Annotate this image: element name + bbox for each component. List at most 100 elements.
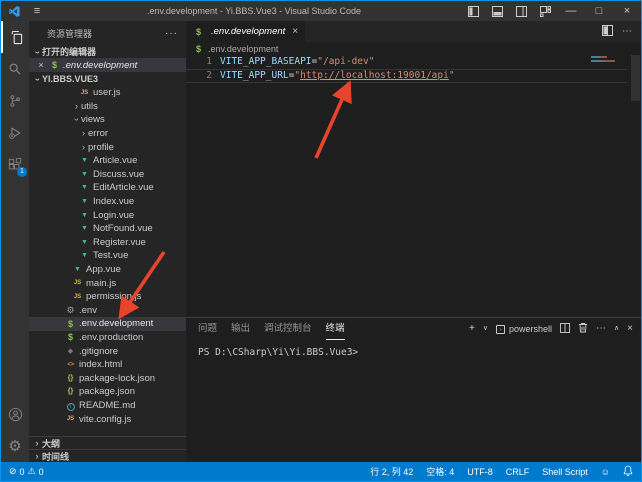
encoding[interactable]: UTF-8: [467, 467, 493, 477]
cursor-position[interactable]: 行 2, 列 42: [370, 465, 413, 478]
tree-item[interactable]: JSuser.js: [29, 86, 186, 100]
shell-label[interactable]: powershell: [509, 324, 552, 334]
tree-item[interactable]: <>index.html: [29, 358, 186, 372]
tree-item-label: NotFound.vue: [93, 223, 153, 234]
minimap-line: [591, 56, 607, 58]
split-editor-icon[interactable]: [602, 23, 613, 41]
eol-sequence[interactable]: CRLF: [506, 467, 530, 477]
source-control-icon[interactable]: [1, 85, 29, 117]
outline-section-header[interactable]: › 大纲: [29, 436, 186, 449]
tree-item-label: user.js: [93, 87, 120, 98]
explorer-icon[interactable]: [1, 21, 29, 53]
tree-item[interactable]: ▼Index.vue: [29, 195, 186, 209]
tree-item[interactable]: ▼Article.vue: [29, 154, 186, 168]
code-editor[interactable]: 1 VITE_APP_BASEAPI="/api-dev" 2 VITE_APP…: [186, 55, 641, 317]
tree-item[interactable]: ›profile: [29, 140, 186, 154]
tree-item[interactable]: JSpermission.js: [29, 290, 186, 304]
tree-item[interactable]: ▼NotFound.vue: [29, 222, 186, 236]
chevron-down-icon: ›: [33, 51, 42, 54]
toggle-secondary-sidebar-icon[interactable]: [509, 1, 533, 21]
problems-status[interactable]: ⊘ 0 ⚠ 0: [9, 466, 44, 477]
url-link[interactable]: http://localhost:19001/api: [300, 70, 449, 81]
split-terminal-icon[interactable]: [560, 320, 570, 338]
vue-file-icon: ▼: [79, 225, 90, 232]
tree-item[interactable]: ›utils: [29, 100, 186, 114]
tree-item[interactable]: ◆.gitignore: [29, 344, 186, 358]
errors-icon: ⊘: [9, 466, 17, 477]
git-file-icon: ◆: [65, 347, 76, 355]
kill-terminal-icon[interactable]: [578, 320, 588, 338]
tab-close-icon[interactable]: ×: [292, 26, 298, 37]
open-editors-section-header[interactable]: › 打开的编辑器: [29, 45, 186, 58]
tree-item[interactable]: ▼EditArticle.vue: [29, 181, 186, 195]
panel-tab-terminal[interactable]: 终端: [326, 318, 345, 340]
minimap[interactable]: [591, 56, 617, 64]
breadcrumb[interactable]: $ .env.development: [186, 42, 641, 55]
search-icon[interactable]: [1, 53, 29, 85]
account-icon[interactable]: [1, 398, 29, 430]
editor-group: $ .env.development × ⋯ $ .env.developmen…: [186, 21, 641, 462]
json-file-icon: {}: [65, 375, 76, 382]
errors-count: 0: [20, 467, 25, 477]
tree-item[interactable]: JSvite.config.js: [29, 412, 186, 426]
minimap-line: [591, 60, 615, 62]
close-button[interactable]: ×: [613, 1, 641, 21]
tree-item[interactable]: $.env.production: [29, 331, 186, 345]
run-debug-icon[interactable]: [1, 117, 29, 149]
tree-item[interactable]: iREADME.md: [29, 399, 186, 413]
new-terminal-icon[interactable]: +: [469, 324, 475, 334]
close-panel-icon[interactable]: ×: [627, 324, 633, 334]
maximize-panel-icon[interactable]: ∧: [614, 324, 619, 334]
file-tree: JSuser.js›utils›views›error›profile▼Arti…: [29, 86, 186, 426]
tree-item-label: vite.config.js: [79, 414, 131, 425]
tree-item[interactable]: ▼Login.vue: [29, 208, 186, 222]
outline-label: 大纲: [42, 437, 60, 450]
terminal-content[interactable]: PS D:\CSharp\Yi\Yi.BBS.Vue3>: [186, 340, 641, 462]
tree-item[interactable]: ›views: [29, 113, 186, 127]
notifications-bell-icon[interactable]: [623, 465, 633, 478]
tree-item[interactable]: {}package-lock.json: [29, 371, 186, 385]
tab-env-development[interactable]: $ .env.development ×: [186, 21, 305, 42]
timeline-section-header[interactable]: › 时间线: [29, 449, 186, 462]
tree-item[interactable]: $.env.development: [29, 317, 186, 331]
project-section-header[interactable]: › YI.BBS.VUE3: [29, 72, 186, 86]
tree-item[interactable]: ▼Test.vue: [29, 249, 186, 263]
tree-item-label: package.json: [79, 386, 135, 397]
editor-more-actions-icon[interactable]: ⋯: [622, 26, 632, 37]
tree-item-label: error: [88, 128, 108, 139]
indentation[interactable]: 空格: 4: [426, 465, 454, 478]
panel-tab-output[interactable]: 输出: [231, 318, 250, 340]
settings-gear-icon[interactable]: ⚙: [1, 430, 29, 462]
tab-bar: $ .env.development × ⋯: [186, 21, 641, 42]
minimize-button[interactable]: —: [557, 1, 585, 21]
tree-item-label: Index.vue: [93, 196, 134, 207]
bottom-panel: 问题 输出 调试控制台 终端 + ∨ › powershell: [186, 317, 641, 462]
tree-item[interactable]: ▼Register.vue: [29, 236, 186, 250]
customize-layout-icon[interactable]: [533, 1, 557, 21]
json-file-icon: {}: [65, 388, 76, 395]
feedback-icon[interactable]: ☺: [601, 467, 610, 477]
tree-item[interactable]: ›error: [29, 127, 186, 141]
extensions-icon[interactable]: 1: [1, 149, 29, 181]
vue-file-icon: ▼: [79, 239, 90, 246]
panel-tab-problems[interactable]: 问题: [198, 318, 217, 340]
language-mode[interactable]: Shell Script: [542, 467, 588, 477]
views-more-actions-icon[interactable]: ···: [165, 28, 178, 39]
close-editor-icon[interactable]: ×: [35, 60, 47, 70]
panel-more-actions-icon[interactable]: ⋯: [596, 324, 606, 334]
tree-item[interactable]: ⚙.env: [29, 304, 186, 318]
tree-item[interactable]: ▼App.vue: [29, 263, 186, 277]
editor-scrollbar[interactable]: [631, 55, 640, 101]
toggle-sidebar-icon[interactable]: [461, 1, 485, 21]
tree-item[interactable]: JSmain.js: [29, 276, 186, 290]
open-editor-item[interactable]: × $ .env.development: [29, 58, 186, 72]
panel-tab-debug-console[interactable]: 调试控制台: [264, 318, 312, 340]
menu-icon[interactable]: ≡: [27, 5, 47, 17]
js-file-icon: JS: [65, 416, 76, 422]
tree-item[interactable]: ▼Discuss.vue: [29, 168, 186, 182]
tree-item[interactable]: {}package.json: [29, 385, 186, 399]
tree-item-label: index.html: [79, 359, 122, 370]
toggle-panel-icon[interactable]: [485, 1, 509, 21]
terminal-dropdown-icon[interactable]: ∨: [483, 324, 488, 334]
maximize-button[interactable]: □: [585, 1, 613, 21]
